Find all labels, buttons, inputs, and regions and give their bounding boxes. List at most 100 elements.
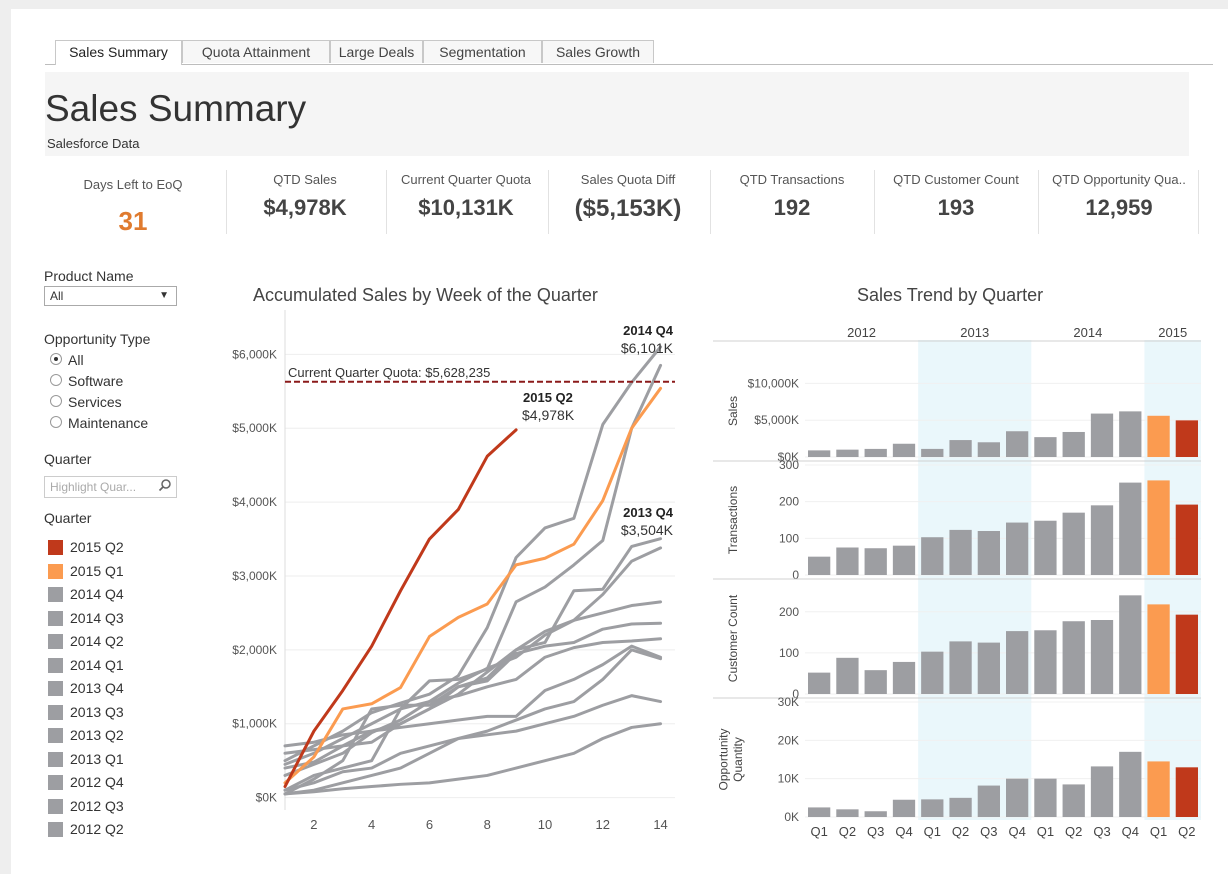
legend-label: 2014 Q4	[70, 586, 124, 602]
annotation-title: 2013 Q4	[623, 505, 674, 520]
legend-label: 2013 Q2	[70, 727, 124, 743]
x-tick-label: Q4	[1122, 824, 1139, 839]
bar	[977, 785, 1000, 817]
x-tick-label: 12	[596, 817, 610, 832]
bar	[892, 661, 916, 694]
y-tick-label: $10,000K	[748, 376, 799, 390]
legend-label: 2013 Q1	[70, 750, 124, 767]
y-tick-label: $5,000K	[754, 413, 799, 427]
panel-axis-label: Transactions	[726, 486, 740, 554]
quarter-highlight-input[interactable]: Highlight Quar...	[44, 476, 177, 498]
kpi-qtd-customer-count: QTD Customer Count 193	[874, 172, 1038, 236]
kpi-label: Days Left to EoQ	[83, 177, 183, 192]
tab-sales-growth[interactable]: Sales Growth	[542, 40, 654, 63]
bar	[892, 799, 916, 817]
legend-swatch	[48, 610, 63, 626]
bar	[1175, 614, 1198, 694]
radio-unselected-icon	[50, 395, 62, 407]
product-select[interactable]: All ▼	[44, 286, 177, 306]
x-tick-label: Q1	[924, 824, 941, 839]
bar	[1090, 413, 1114, 457]
bar	[1090, 505, 1114, 575]
radio-label: Maintenance	[68, 415, 149, 431]
kpi-value: 31	[118, 206, 148, 236]
legend-swatch	[48, 634, 63, 649]
legend-label: 2014 Q3	[70, 609, 124, 626]
y-tick-label: $3,000K	[232, 569, 277, 583]
tab-sales-summary[interactable]: Sales Summary	[55, 40, 182, 65]
opportunity-filter-title: Opportunity Type	[44, 331, 151, 347]
bar	[949, 797, 972, 817]
legend-swatch	[48, 822, 63, 837]
legend-swatch	[48, 587, 63, 602]
page-subtitle: Salesforce Data	[47, 136, 140, 151]
bar	[808, 450, 831, 457]
series-line	[283, 546, 663, 777]
legend-swatch	[48, 728, 63, 743]
y-tick-label: $0K	[256, 791, 277, 805]
sales-trend-chart: 2012 2013 2014 2015$0K$5,000K$10,000KSales0…	[713, 325, 1201, 839]
legend-swatch	[48, 540, 63, 555]
legend-swatch	[48, 657, 63, 673]
x-tick-label: 8	[484, 817, 491, 832]
kpi-value: $4,978K	[263, 195, 347, 220]
y-tick-label: 20K	[778, 733, 799, 747]
bar	[864, 670, 887, 694]
x-tick-label: 4	[368, 817, 375, 832]
bar	[836, 449, 859, 457]
product-select-value: All	[50, 289, 64, 303]
accumulated-sales-chart: $0K $1,000K $2,000K $3,000K $4,000K $5,000K $6…	[232, 310, 675, 832]
product-filter-title: Product Name	[44, 268, 134, 284]
bar	[1175, 420, 1198, 457]
panel-axis-label: OpportunityQuantity	[716, 728, 744, 790]
bar	[1034, 630, 1057, 694]
kpi-label: QTD Sales	[273, 172, 337, 187]
bar	[977, 442, 1000, 457]
kpi-qtd-sales: QTD Sales $4,978K	[226, 172, 384, 236]
series-line	[283, 637, 663, 792]
bar	[808, 556, 831, 575]
radio-unselected-icon	[50, 416, 62, 428]
kpi-qtd-transactions: QTD Transactions 192	[710, 172, 874, 236]
bar	[1090, 620, 1114, 694]
bar	[1034, 778, 1057, 817]
panel-axis-label: Sales	[726, 396, 740, 426]
legend-swatch	[48, 704, 63, 720]
legend-swatch	[48, 563, 63, 579]
bar	[864, 448, 887, 457]
x-tick-label: Q1	[1150, 824, 1167, 839]
bar	[949, 529, 972, 575]
bar	[1062, 431, 1085, 457]
tab-segmentation[interactable]: Segmentation	[423, 40, 542, 63]
tab-large-deals[interactable]: Large Deals	[330, 40, 423, 63]
tab-bar: Sales Summary Quota Attainment Large Dea…	[45, 40, 1213, 65]
legend-label: 2015 Q1	[70, 562, 124, 579]
bar	[1119, 595, 1142, 694]
bar	[1119, 411, 1142, 457]
year-band-2013	[918, 340, 1032, 820]
bar	[864, 811, 887, 817]
legend-swatch	[48, 681, 63, 696]
header-panel: Sales Summary Salesforce Data	[45, 72, 1189, 156]
bar	[1062, 621, 1085, 694]
y-tick-label: $2,000K	[232, 643, 277, 657]
kpi-value: ($5,153K)	[574, 195, 682, 222]
bar	[921, 799, 944, 817]
bar	[1006, 631, 1029, 694]
y-tick-label: 10K	[778, 772, 799, 786]
bar	[836, 547, 859, 575]
x-tick-label: Q1	[1037, 824, 1054, 839]
y-tick-label: 100	[779, 646, 799, 660]
bar	[1062, 512, 1085, 575]
search-icon	[158, 479, 171, 492]
tab-quota-attainment[interactable]: Quota Attainment	[182, 40, 330, 63]
x-tick-label: 10	[538, 817, 552, 832]
x-tick-label: Q2	[839, 824, 856, 839]
bar	[1147, 604, 1170, 694]
bar	[1090, 766, 1114, 817]
radio-label: All	[68, 352, 84, 368]
y-tick-label: 100	[779, 531, 799, 545]
page-title: Sales Summary	[45, 88, 307, 129]
kpi-label: Sales Quota Diff	[580, 172, 676, 187]
bar	[977, 642, 1000, 694]
